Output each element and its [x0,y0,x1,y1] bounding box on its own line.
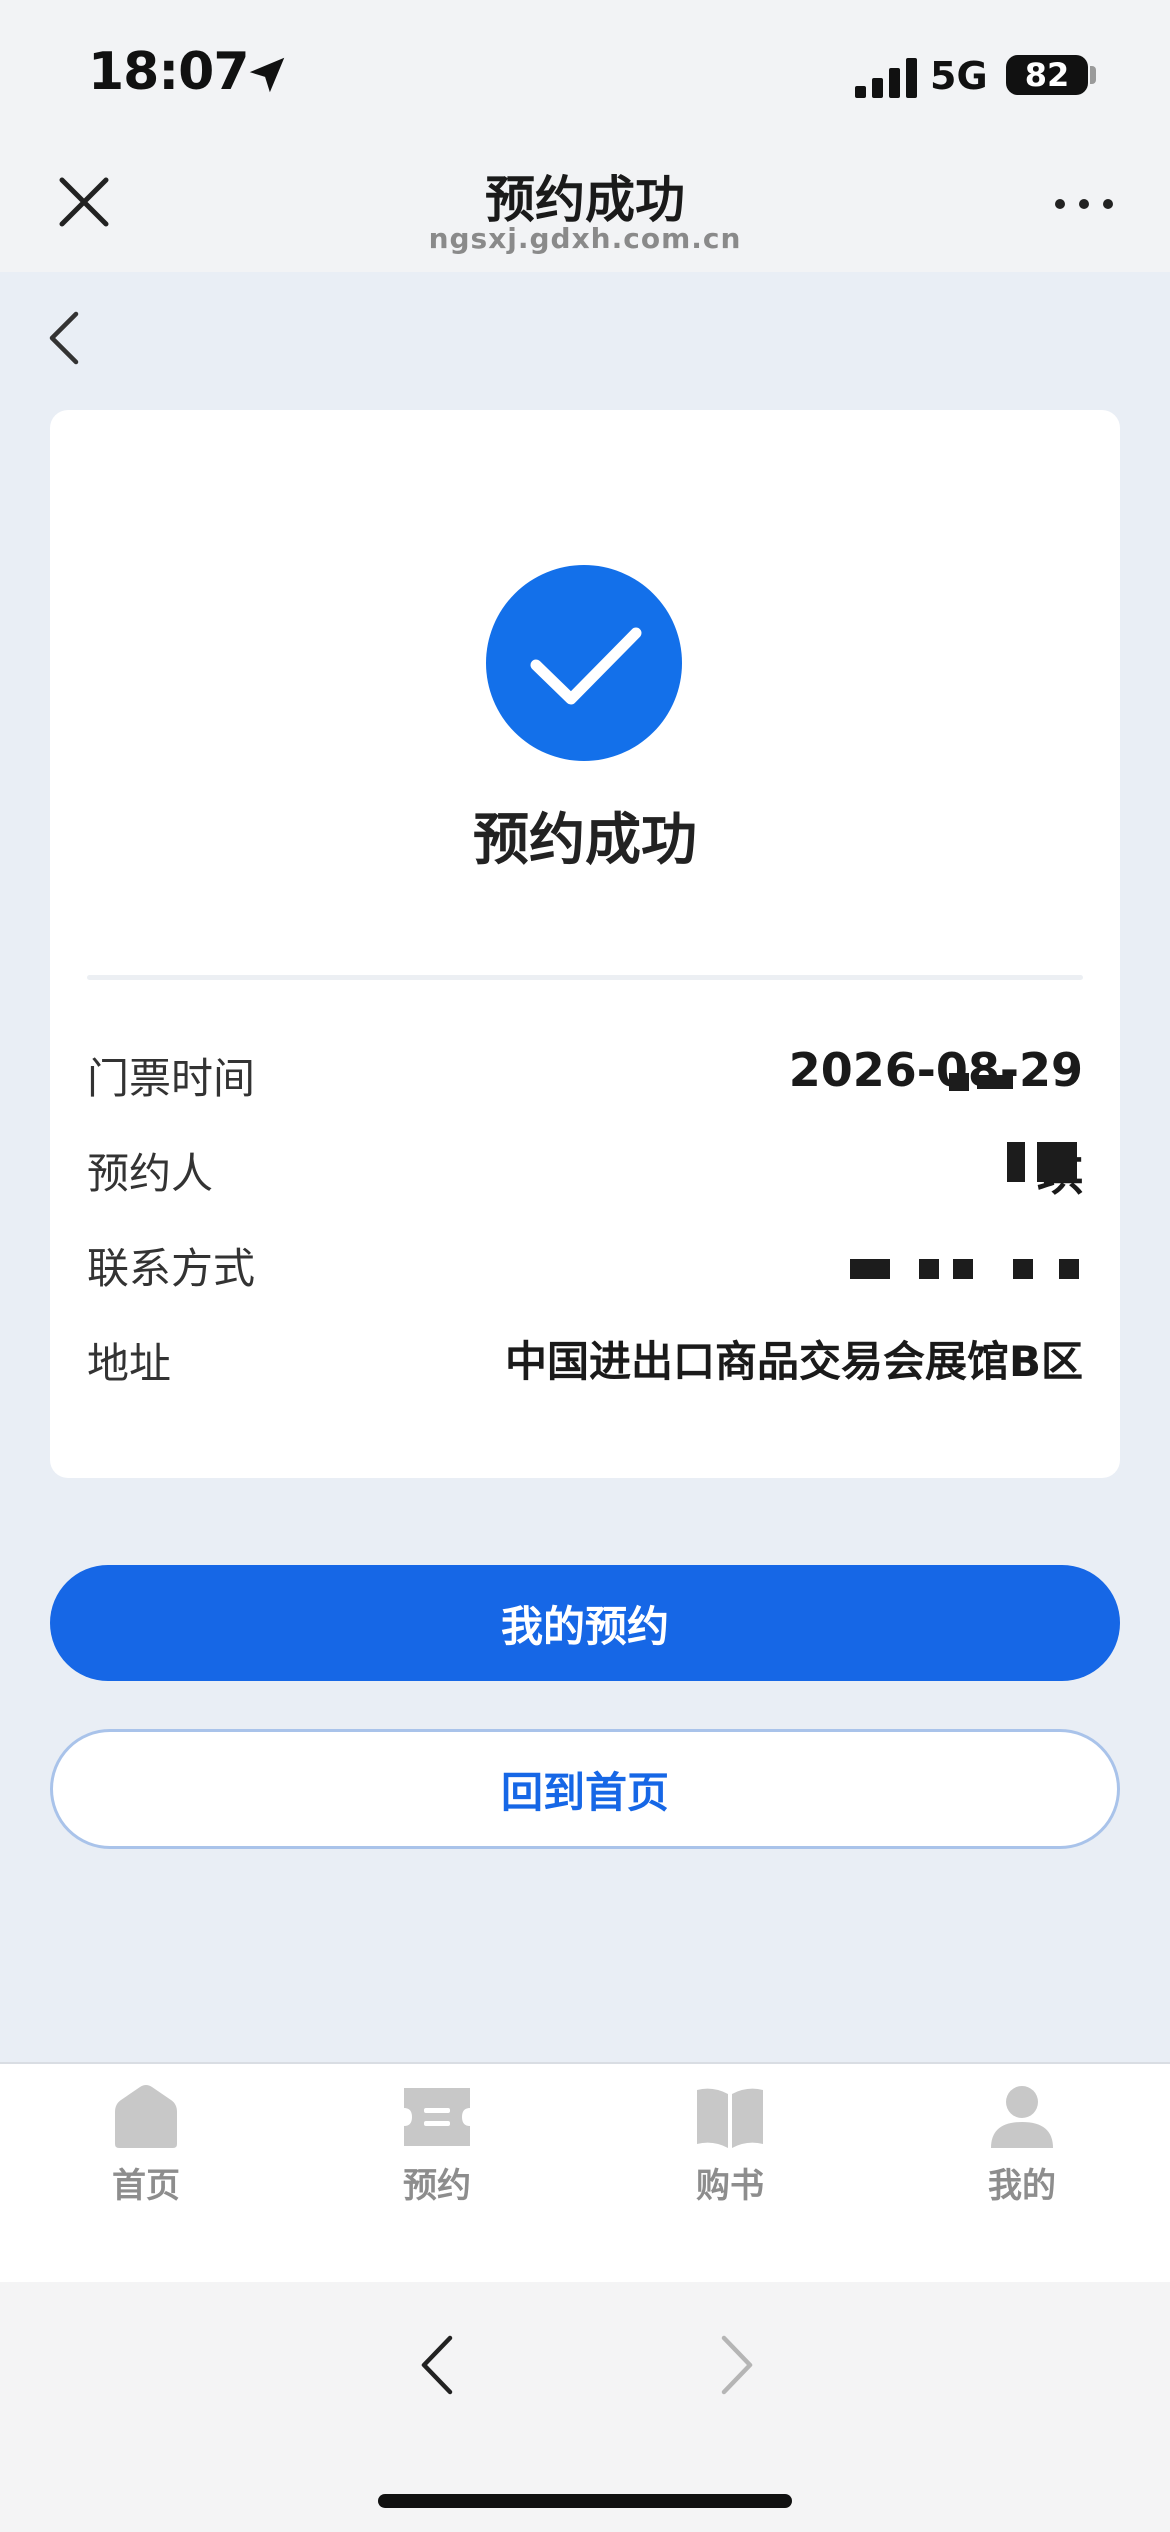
page-url: ngsxj.gdxh.com.cn [428,222,742,255]
redaction-mark [1013,1259,1033,1279]
my-booking-button[interactable]: 我的预约 [50,1565,1120,1681]
user-icon [991,2086,1053,2148]
tab-books[interactable]: 购书 [630,2084,830,2234]
book-icon [697,2088,763,2148]
booker-label: 预约人 [87,1149,214,1198]
browser-forward-icon[interactable] [712,2330,762,2400]
location-arrow-icon [249,57,285,93]
tab-home[interactable]: 首页 [46,2084,246,2234]
browser-back-icon[interactable] [412,2330,462,2400]
redaction-mark [1007,1142,1025,1182]
success-title: 预约成功 [473,808,697,873]
network-type: 5G [930,54,988,98]
tab-books-label: 购书 [696,2166,764,2206]
status-time: 18:07 [88,42,250,102]
home-icon [115,2085,177,2148]
ticket-time-label: 门票时间 [87,1054,256,1103]
address-label: 地址 [87,1339,172,1388]
screen: 18:07 5G 82 预约成功 ngsxj.gdxh.com.cn 预约成功 … [0,0,1170,2532]
tab-home-label: 首页 [112,2166,180,2206]
browser-toolbar [0,2282,1170,2532]
back-home-button[interactable]: 回到首页 [50,1729,1120,1849]
battery-icon: 82 [1006,55,1088,95]
address-value: 中国进出口商品交易会展馆B区 [504,1337,1083,1386]
home-indicator [378,2494,792,2508]
ticket-time-row: 门票时间 2026-08-29 [87,1035,1083,1105]
redaction-mark [977,1075,1013,1089]
redaction-mark [953,1259,973,1279]
battery-level: 82 [1024,56,1070,94]
browser-header: 预约成功 ngsxj.gdxh.com.cn [0,140,1170,272]
tab-mine-label: 我的 [988,2166,1056,2206]
tab-booking[interactable]: 预约 [337,2084,537,2234]
redaction-mark [949,1073,969,1091]
check-circle-icon [486,565,682,761]
status-bar: 18:07 5G 82 [0,0,1170,140]
tab-booking-label: 预约 [403,2166,471,2206]
tab-mine[interactable]: 我的 [922,2084,1122,2234]
contact-row: 联系方式 [87,1225,1083,1295]
more-icon[interactable] [1052,192,1116,216]
back-chevron-icon[interactable] [44,308,84,368]
address-row: 地址 中国进出口商品交易会展馆B区 [87,1320,1083,1390]
redaction-mark [919,1259,939,1279]
card-divider [87,975,1083,980]
contact-label: 联系方式 [87,1244,256,1293]
booking-result-card: 预约成功 门票时间 2026-08-29 预约人 琪 联系方式 地址 中国进出口… [50,410,1120,1478]
redaction-mark [850,1259,890,1279]
redaction-mark [1037,1142,1077,1182]
cellular-signal-icon [855,58,917,98]
ticket-icon [404,2088,470,2146]
ticket-time-value: 2026-08-29 [788,1043,1083,1097]
redaction-mark [1059,1259,1079,1279]
tab-bar: 首页 预约 购书 我的 [0,2062,1170,2282]
booker-row: 预约人 琪 [87,1130,1083,1201]
battery-tip [1090,66,1096,84]
